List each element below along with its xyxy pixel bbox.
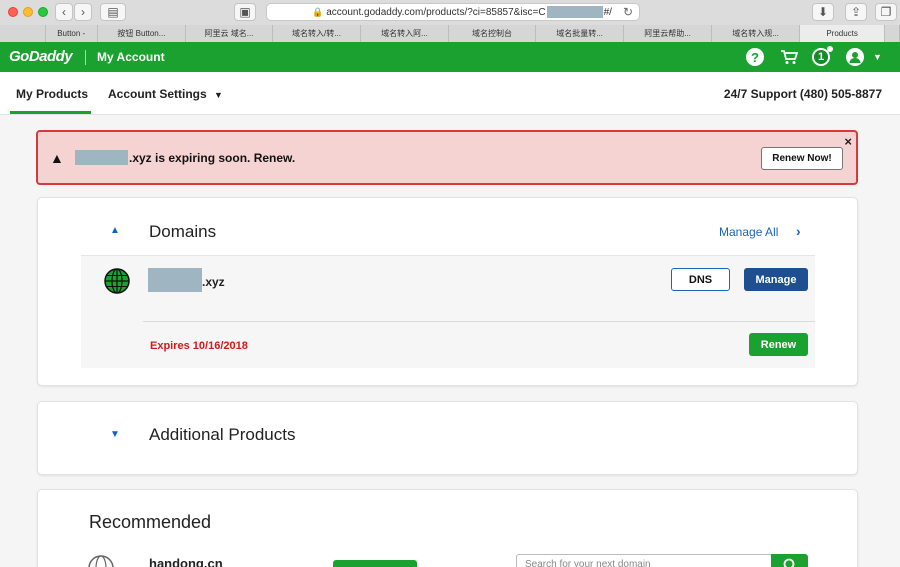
domains-title: Domains xyxy=(149,222,217,241)
browser-tab-active[interactable]: Products xyxy=(800,25,886,42)
close-icon[interactable]: × xyxy=(844,134,852,149)
site-header: GoDaddy My Account ? 1 ▼ xyxy=(0,42,900,72)
row-divider xyxy=(143,321,815,322)
browser-tab[interactable]: 域名转入/转... xyxy=(272,25,361,42)
dns-button[interactable]: DNS xyxy=(671,268,730,291)
cart-icon[interactable] xyxy=(780,48,798,66)
renew-button[interactable]: Renew xyxy=(749,333,808,356)
search-icon[interactable] xyxy=(771,554,808,567)
chevron-right-icon[interactable]: › xyxy=(796,223,801,239)
sidebar-icon[interactable]: ▤ xyxy=(100,3,126,21)
address-bar[interactable]: 🔒 account.godaddy.com/products/?ci=85857… xyxy=(266,3,640,21)
browser-tab[interactable]: 域名控制台 xyxy=(449,25,537,42)
browser-tab[interactable]: 域名转入规... xyxy=(712,25,801,42)
account-settings-label: Account Settings xyxy=(108,87,207,101)
close-window-button[interactable] xyxy=(8,7,18,17)
domains-card: ▲ Domains Manage All › .xyz DNS Manage E… xyxy=(37,197,858,386)
redacted-block xyxy=(75,150,128,165)
manage-all-link[interactable]: Manage All xyxy=(719,225,778,239)
additional-products-title: Additional Products xyxy=(149,425,296,444)
expiry-alert: ▲ .xyz is expiring soon. Renew. × Renew … xyxy=(36,130,858,185)
url-suffix: #/ xyxy=(603,6,612,18)
tab-bar: Button - 按钮 Button... 阿里云 域名... 域名转入/转..… xyxy=(0,25,900,42)
reader-icon[interactable]: ▣ xyxy=(234,3,256,21)
forward-icon[interactable]: › xyxy=(74,3,92,21)
share-icon[interactable]: ⇪ xyxy=(845,3,867,21)
recommended-action-button[interactable] xyxy=(333,560,417,567)
notification-dot xyxy=(827,46,833,52)
chevron-down-icon[interactable]: ▼ xyxy=(873,52,882,62)
my-account-link[interactable]: My Account xyxy=(97,50,165,64)
reload-icon[interactable]: ↻ xyxy=(623,5,633,19)
header-divider xyxy=(85,50,86,65)
back-icon[interactable]: ‹ xyxy=(55,3,73,21)
recommended-card: Recommended handong.cn Search for your n… xyxy=(37,489,858,567)
tab-account-settings[interactable]: Account Settings ▼ xyxy=(108,87,223,101)
user-avatar-icon[interactable] xyxy=(846,48,864,66)
alert-message: .xyz is expiring soon. Renew. xyxy=(129,151,296,165)
lock-icon: 🔒 xyxy=(312,6,324,17)
globe-icon xyxy=(104,268,130,294)
browser-tab[interactable]: 域名转入阿... xyxy=(360,25,449,42)
chevron-down-icon: ▼ xyxy=(214,90,223,100)
browser-tab[interactable]: Button - xyxy=(45,25,98,42)
browser-tab[interactable] xyxy=(0,25,46,42)
domain-name[interactable]: .xyz xyxy=(202,275,225,289)
expiry-date: Expires 10/16/2018 xyxy=(150,340,248,352)
support-phone: 24/7 Support (480) 505-8877 xyxy=(723,87,882,101)
browser-toolbar: ‹ › ▤ ▣ 🔒 account.godaddy.com/products/?… xyxy=(0,0,900,24)
recommended-title: Recommended xyxy=(89,512,212,532)
redacted-block xyxy=(148,268,202,292)
browser-chrome: ‹ › ▤ ▣ 🔒 account.godaddy.com/products/?… xyxy=(0,0,900,42)
domain-row: .xyz DNS Manage Expires 10/16/2018 Renew xyxy=(81,255,815,368)
manage-button[interactable]: Manage xyxy=(744,268,808,291)
browser-tab[interactable]: 域名批量转... xyxy=(536,25,625,42)
browser-tab[interactable]: 阿里云 域名... xyxy=(185,25,273,42)
domain-search-input[interactable]: Search for your next domain xyxy=(516,554,772,567)
godaddy-logo[interactable]: GoDaddy xyxy=(9,48,73,65)
help-icon[interactable]: ? xyxy=(746,48,764,66)
minimize-window-button[interactable] xyxy=(23,7,33,17)
browser-tab[interactable]: 阿里云帮助... xyxy=(624,25,713,42)
collapse-chevron-up-icon[interactable]: ▲ xyxy=(110,225,120,236)
tabs-overview-icon[interactable]: ❐ xyxy=(875,3,897,21)
warning-icon: ▲ xyxy=(50,150,64,166)
renew-now-button[interactable]: Renew Now! xyxy=(761,147,843,170)
expand-chevron-down-icon[interactable]: ▼ xyxy=(110,429,120,440)
redacted-block xyxy=(546,6,603,18)
sub-navigation: My Products Account Settings ▼ 24/7 Supp… xyxy=(0,72,900,115)
recommended-domain: handong.cn xyxy=(149,556,223,567)
additional-products-card[interactable]: ▼ Additional Products xyxy=(37,401,858,475)
zoom-window-button[interactable] xyxy=(38,7,48,17)
tab-my-products[interactable]: My Products xyxy=(16,87,88,101)
active-tab-indicator xyxy=(10,111,91,114)
download-icon[interactable]: ⬇ xyxy=(812,3,834,21)
url-prefix: account.godaddy.com/products/?ci=85857&i… xyxy=(326,6,546,18)
globe-icon xyxy=(88,555,114,567)
browser-tab[interactable] xyxy=(885,25,900,42)
browser-tab[interactable]: 按钮 Button... xyxy=(97,25,186,42)
